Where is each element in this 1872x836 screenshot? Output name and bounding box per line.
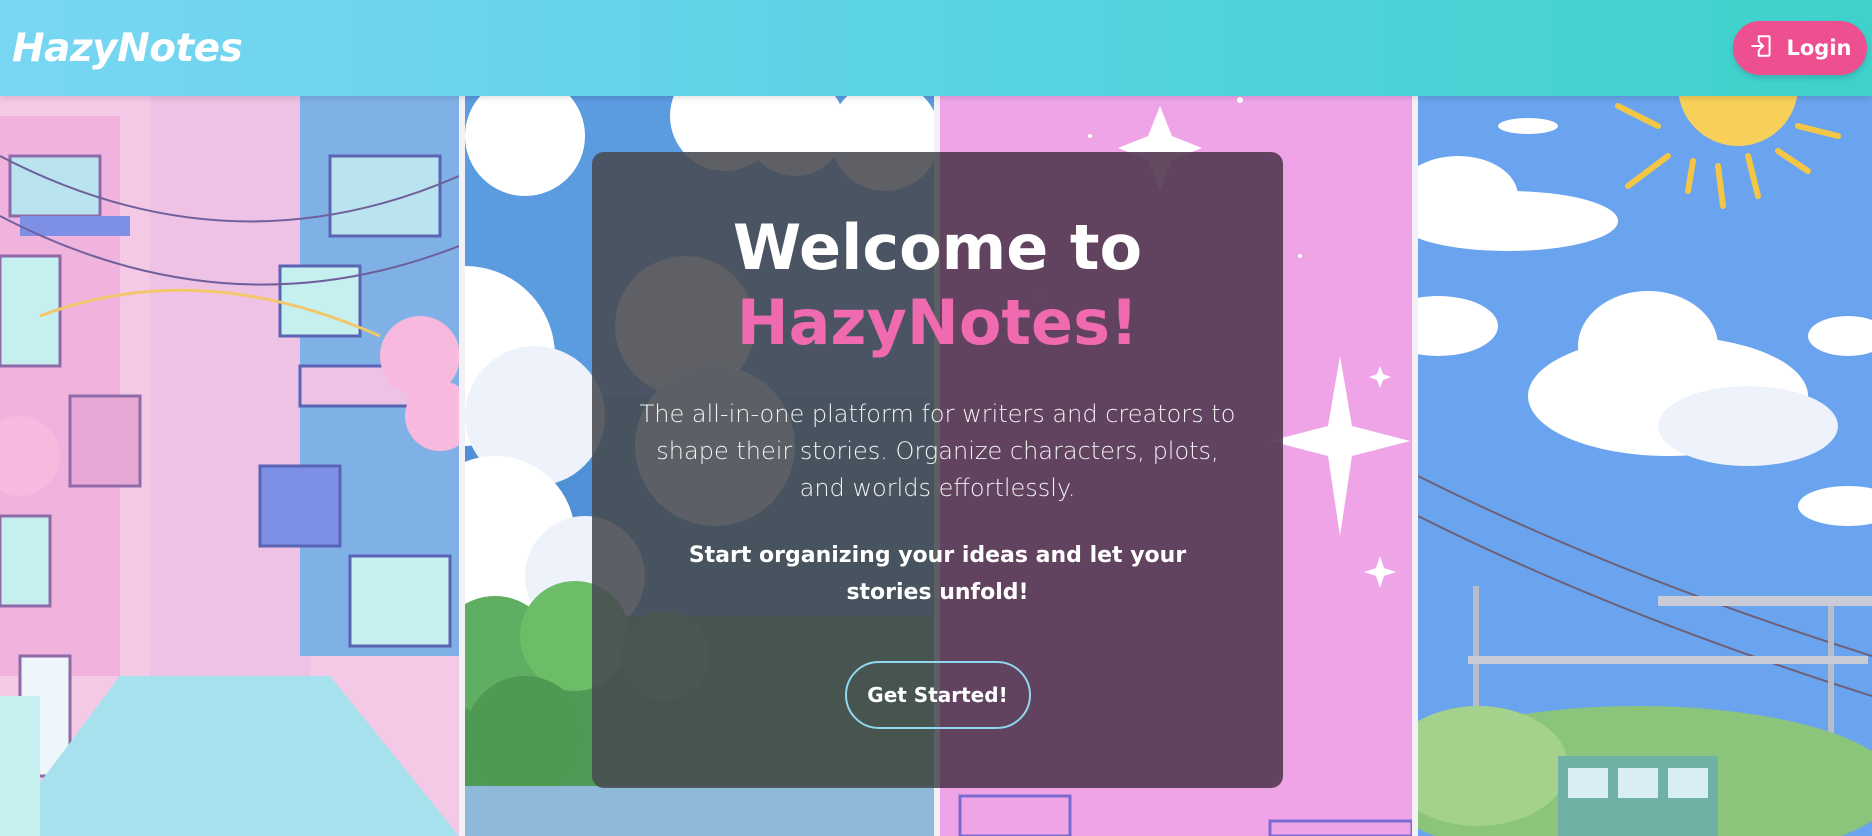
login-label: Login	[1786, 36, 1852, 60]
panel-sky-train	[1418, 96, 1872, 836]
login-button[interactable]: Login	[1733, 21, 1867, 75]
hero-title-line1: Welcome to	[732, 211, 1143, 284]
get-started-button[interactable]: Get Started!	[844, 661, 1031, 729]
login-icon	[1749, 33, 1775, 64]
top-navbar: HazyNotes Login	[0, 0, 1872, 96]
panel-city-street	[0, 96, 459, 836]
hero-description: The all-in-one platform for writers and …	[639, 400, 1236, 502]
hero-content: Welcome to HazyNotes! The all-in-one pla…	[592, 152, 1283, 729]
hero-card: Welcome to HazyNotes! The all-in-one pla…	[592, 152, 1283, 788]
site-logo[interactable]: HazyNotes	[12, 26, 243, 71]
hero-title-line2: HazyNotes!	[736, 286, 1139, 359]
hero-cta-text: Start organizing your ideas and let your…	[688, 543, 1187, 605]
